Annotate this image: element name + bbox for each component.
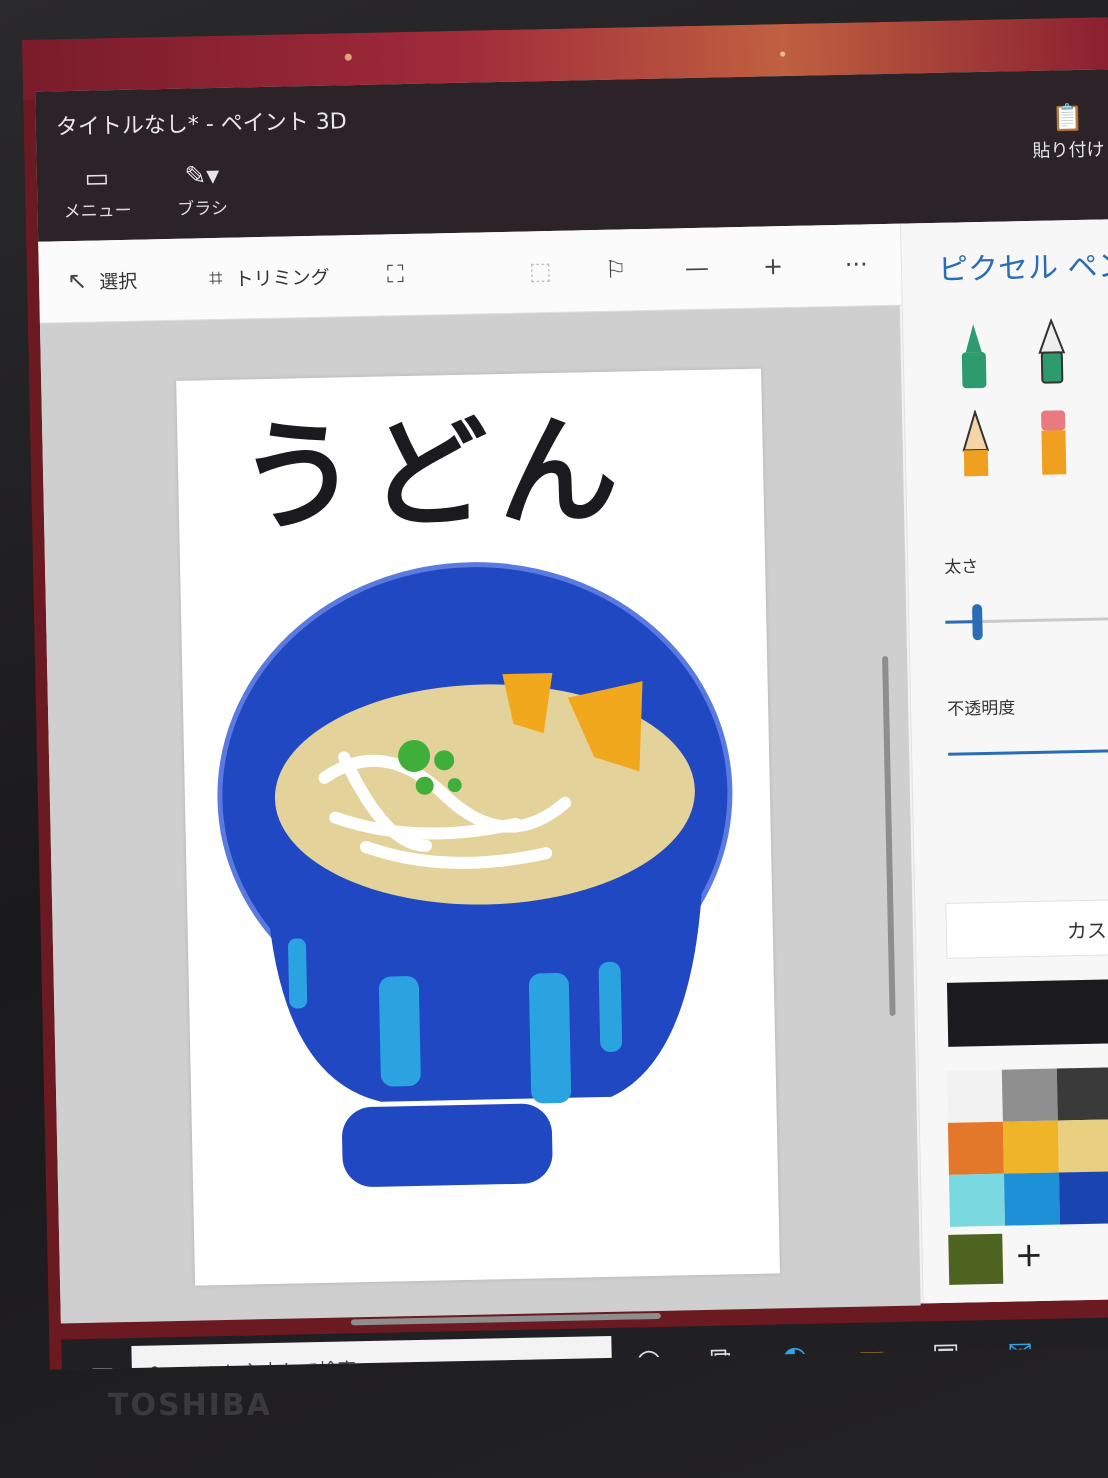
- magic-select-icon: ⛶: [386, 260, 405, 289]
- panel-title: ピクセル ペン: [937, 248, 1108, 288]
- custom-color-button[interactable]: カスタ: [945, 898, 1108, 959]
- opacity-label: 不透明度: [947, 698, 1016, 720]
- more-icon: ···: [844, 250, 869, 279]
- udon-drawing: うどん: [217, 401, 733, 1187]
- custom-color-swatch[interactable]: [948, 1233, 1004, 1285]
- bowl-foot: [342, 1103, 553, 1187]
- brush-icon: ✎▾: [184, 160, 220, 192]
- drawing-title-text: うどん: [237, 401, 630, 548]
- vertical-scrollbar[interactable]: [882, 655, 896, 1017]
- color-palette: [946, 1066, 1108, 1227]
- 3d-view-icon: ⬚: [528, 256, 552, 286]
- zoom-in-button[interactable]: +: [763, 252, 784, 280]
- screen: タイトルなし* - ペイント 3D ▭ メニュー ✎▾ ブラシ 📋 貼り付け ↖…: [22, 17, 1108, 1370]
- drawing-canvas[interactable]: うどん: [176, 368, 780, 1286]
- plus-icon: +: [762, 252, 784, 281]
- bowl-lower: [267, 889, 702, 1102]
- opacity-slider[interactable]: [948, 748, 1108, 756]
- eraser-icon[interactable]: [1035, 408, 1072, 479]
- color-swatch[interactable]: [1058, 1171, 1108, 1225]
- color-swatch[interactable]: [947, 1121, 1004, 1175]
- menu-label: メニュー: [63, 200, 132, 223]
- brush-button[interactable]: ✎▾ ブラシ: [162, 157, 243, 220]
- flag-tool[interactable]: ⚐: [605, 255, 627, 283]
- folder-icon: ▭: [84, 163, 110, 194]
- paste-label: 貼り付け: [1032, 139, 1105, 162]
- flag-icon: ⚐: [604, 255, 627, 284]
- color-swatch[interactable]: [1002, 1120, 1059, 1174]
- canvas-workspace: うどん: [39, 305, 921, 1326]
- calligraphy-pen-icon[interactable]: [1033, 318, 1070, 389]
- crop-icon: ⌗: [208, 263, 223, 293]
- pointer-icon: ↖: [66, 266, 88, 296]
- custom-color-label: カスタ: [1066, 918, 1108, 944]
- color-swatch[interactable]: [1003, 1172, 1061, 1226]
- pencil-icon[interactable]: [957, 409, 994, 481]
- 3d-view-tool[interactable]: ⬚: [529, 257, 552, 285]
- crop-label: トリミング: [234, 266, 330, 291]
- color-swatch[interactable]: [1001, 1068, 1058, 1122]
- zoom-out-button[interactable]: —: [685, 254, 710, 282]
- color-swatch[interactable]: [1056, 1067, 1108, 1121]
- select-label: 選択: [98, 270, 138, 293]
- laptop-brand-logo: TOSHIBA: [108, 1388, 272, 1423]
- select-tool[interactable]: ↖ 選択: [67, 266, 138, 295]
- magic-select-tool[interactable]: ⛶: [387, 260, 404, 288]
- thickness-slider-thumb[interactable]: [972, 604, 983, 641]
- marker-icon[interactable]: [955, 322, 992, 393]
- current-color-swatch[interactable]: [946, 978, 1108, 1047]
- crop-tool[interactable]: ⌗ トリミング: [208, 262, 330, 293]
- clipboard-icon: 📋: [1051, 102, 1085, 134]
- more-button[interactable]: ···: [845, 250, 868, 278]
- menu-button[interactable]: ▭ メニュー: [57, 160, 138, 223]
- title-bar: タイトルなし* - ペイント 3D ▭ メニュー ✎▾ ブラシ 📋 貼り付け: [35, 68, 1108, 242]
- paste-button[interactable]: 📋 貼り付け: [1031, 99, 1104, 162]
- color-swatch[interactable]: [1057, 1119, 1108, 1173]
- color-swatch[interactable]: [948, 1173, 1006, 1227]
- windows-start-icon[interactable]: ⊞: [90, 1360, 116, 1369]
- brush-panel: ピクセル ペン 太さ 不透明度 カスタ +: [900, 218, 1108, 1304]
- color-swatch[interactable]: [946, 1069, 1003, 1123]
- paint3d-window: タイトルなし* - ペイント 3D ▭ メニュー ✎▾ ブラシ 📋 貼り付け ↖…: [35, 68, 1108, 1370]
- horizontal-scrollbar[interactable]: [350, 1312, 661, 1326]
- window-title: タイトルなし* - ペイント 3D: [55, 109, 347, 141]
- add-color-button[interactable]: +: [1014, 1235, 1043, 1276]
- thickness-label: 太さ: [944, 557, 979, 578]
- minus-icon: —: [684, 253, 710, 283]
- brush-label: ブラシ: [177, 198, 229, 220]
